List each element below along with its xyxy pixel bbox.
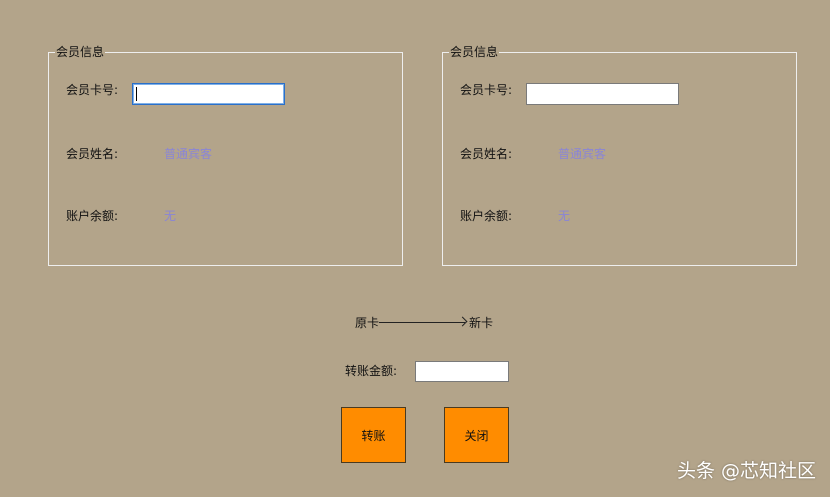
right-balance-value: 无 [558,209,571,223]
to-card-label: 新卡 [469,316,494,330]
transfer-button[interactable]: 转账 [341,407,406,463]
left-card-number-label: 会员卡号: [66,83,119,97]
transfer-amount-input[interactable] [415,361,509,382]
from-card-label: 原卡 [355,316,380,330]
transfer-amount-label: 转账金额: [345,364,398,378]
left-member-info-title: 会员信息 [55,45,106,59]
left-balance-label: 账户余额: [66,209,119,223]
right-member-name-value: 普通宾客 [558,147,607,161]
watermark-text: 头条 @芯知社区 [676,460,816,482]
left-card-number-input[interactable] [132,83,285,105]
right-balance-label: 账户余额: [460,209,513,223]
left-balance-value: 无 [164,209,177,223]
transfer-arrow-icon [379,316,468,327]
right-card-number-input[interactable] [526,83,679,105]
left-member-name-label: 会员姓名: [66,147,119,161]
right-member-name-label: 会员姓名: [460,147,513,161]
close-button[interactable]: 关闭 [444,407,509,463]
right-card-number-label: 会员卡号: [460,83,513,97]
text-caret [136,87,137,101]
right-member-info-title: 会员信息 [449,45,500,59]
left-member-name-value: 普通宾客 [164,147,213,161]
arrow-head-icon [457,316,468,327]
